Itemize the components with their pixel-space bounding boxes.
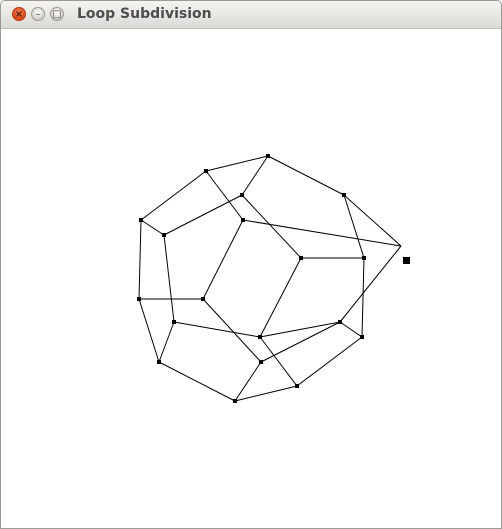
mesh-vertex[interactable]: [266, 154, 270, 158]
mesh-vertex[interactable]: [139, 218, 143, 222]
window-title: Loop Subdivision: [77, 6, 212, 22]
maximize-icon[interactable]: □: [50, 7, 64, 21]
mesh-edge: [267, 155, 345, 196]
mesh-edge: [241, 194, 302, 259]
mesh-vertex[interactable]: [338, 320, 342, 324]
mesh-vertex[interactable]: [241, 218, 245, 222]
drawing-canvas[interactable]: [1, 29, 501, 528]
mesh-vertex[interactable]: [342, 193, 346, 197]
mesh-vertex[interactable]: [295, 384, 299, 388]
mesh-edge: [140, 219, 165, 236]
app-window: × – □ Loop Subdivision: [0, 0, 502, 529]
mesh-edge: [173, 321, 261, 338]
mesh-vertex[interactable]: [137, 297, 141, 301]
mesh-edge: [163, 194, 243, 236]
mesh-edge: [296, 336, 363, 387]
mesh-vertex[interactable]: [204, 169, 208, 173]
mesh-vertex[interactable]: [299, 256, 303, 260]
mesh-edge: [242, 219, 402, 247]
mesh-edge: [158, 321, 175, 363]
mesh-vertex[interactable]: [240, 193, 244, 197]
mesh-edges: [138, 155, 402, 402]
mesh-edge: [138, 298, 160, 363]
mesh-edge: [163, 234, 175, 323]
mesh-edge: [205, 155, 269, 172]
mesh-vertex[interactable]: [360, 335, 364, 339]
mesh-edge: [202, 219, 244, 300]
mesh-edge: [339, 321, 363, 338]
mesh-vertex[interactable]: [258, 335, 262, 339]
mesh-edge: [205, 170, 244, 221]
mesh-vertex[interactable]: [162, 233, 166, 237]
selected-vertex-handle[interactable]: [403, 257, 410, 264]
mesh-edge: [339, 245, 402, 323]
mesh-edge: [202, 298, 262, 363]
mesh-vertex[interactable]: [362, 256, 366, 260]
close-icon[interactable]: ×: [12, 7, 26, 21]
title-bar[interactable]: × – □ Loop Subdivision: [1, 1, 501, 29]
mesh-vertex[interactable]: [172, 320, 176, 324]
mesh-edge: [259, 321, 341, 338]
mesh-edge: [158, 361, 236, 402]
mesh-edge: [138, 219, 142, 300]
mesh-edge: [260, 321, 341, 363]
mesh-edge: [234, 385, 298, 402]
minimize-icon[interactable]: –: [31, 7, 45, 21]
mesh-edge: [140, 170, 207, 221]
mesh-edge: [259, 336, 298, 387]
mesh-vertex[interactable]: [233, 399, 237, 403]
mesh-edge: [259, 257, 302, 338]
mesh-vertices[interactable]: [137, 154, 410, 403]
mesh-edge: [361, 257, 365, 338]
mesh-vertex[interactable]: [157, 360, 161, 364]
mesh-vertex[interactable]: [201, 297, 205, 301]
mesh-vertex[interactable]: [259, 360, 263, 364]
